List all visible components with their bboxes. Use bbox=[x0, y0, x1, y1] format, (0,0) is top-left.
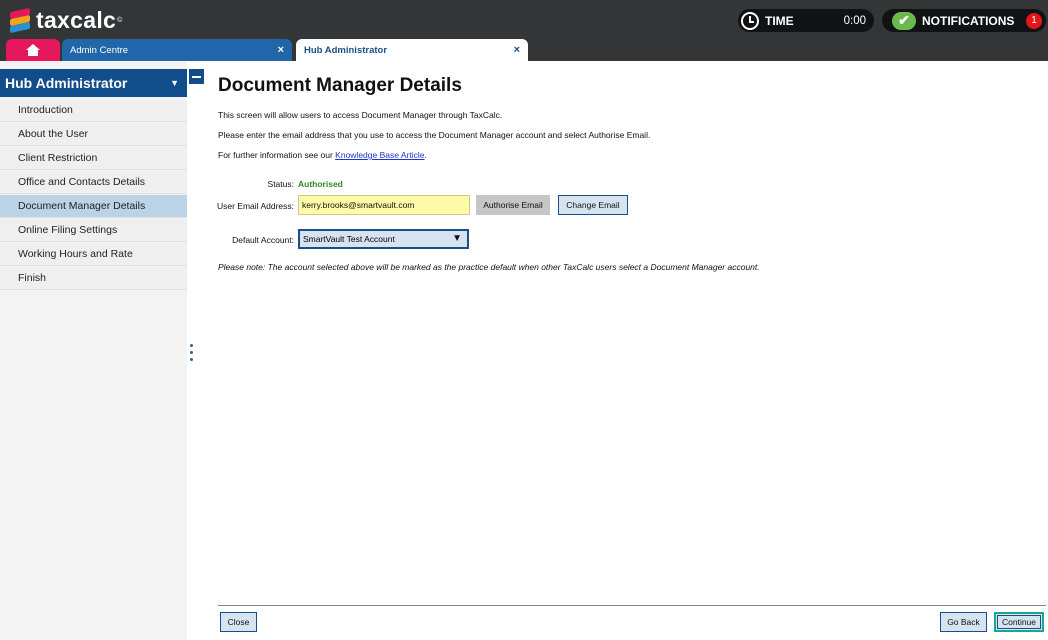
change-email-button[interactable]: Change Email bbox=[558, 195, 628, 215]
home-icon bbox=[26, 44, 40, 56]
close-button[interactable]: Close bbox=[220, 612, 257, 632]
logo-trademark: © bbox=[117, 16, 123, 24]
logo-text: taxcalc bbox=[36, 6, 117, 33]
sidebar-item-introduction[interactable]: Introduction bbox=[0, 99, 187, 122]
instructions-text: Please enter the email address that you … bbox=[218, 130, 651, 140]
main-content: Document Manager Details This screen wil… bbox=[217, 75, 1038, 272]
time-tracker[interactable]: TIME 0:00 bbox=[738, 9, 874, 32]
sidebar-item-finish[interactable]: Finish bbox=[0, 267, 187, 290]
status-label: Status: bbox=[267, 179, 294, 189]
dropdown-arrow-icon: ▼ bbox=[452, 233, 462, 244]
chevron-down-icon[interactable]: ▼ bbox=[170, 78, 179, 88]
account-label: Default Account: bbox=[232, 235, 294, 245]
status-value: Authorised bbox=[298, 179, 343, 189]
time-label: TIME bbox=[765, 13, 794, 28]
page-title: Document Manager Details bbox=[218, 75, 462, 96]
tab-hub-administrator[interactable]: Hub Administrator × bbox=[296, 39, 528, 61]
info-suffix: . bbox=[424, 150, 427, 160]
sidebar-item-working-hours[interactable]: Working Hours and Rate bbox=[0, 243, 187, 266]
sidebar-item-office-contacts[interactable]: Office and Contacts Details bbox=[0, 171, 187, 194]
collapse-sidebar-button[interactable] bbox=[189, 69, 204, 84]
taxcalc-logo: taxcalc © bbox=[8, 6, 122, 34]
clock-icon bbox=[741, 11, 759, 30]
notifications-label: NOTIFICATIONS bbox=[922, 13, 1015, 28]
sidebar-item-about-the-user[interactable]: About the User bbox=[0, 123, 187, 146]
sidebar-item-client-restriction[interactable]: Client Restriction bbox=[0, 147, 187, 170]
close-icon[interactable]: × bbox=[278, 44, 284, 56]
email-field[interactable] bbox=[298, 195, 470, 215]
sidebar-title: Hub Administrator bbox=[5, 75, 128, 91]
info-prefix: For further information see our bbox=[218, 150, 336, 160]
sidebar-item-document-manager[interactable]: Document Manager Details bbox=[0, 195, 187, 218]
time-value: 0:00 bbox=[843, 14, 866, 27]
knowledge-base-link[interactable]: Knowledge Base Article bbox=[335, 150, 424, 160]
sidebar: Hub Administrator ▼ Introduction About t… bbox=[0, 61, 187, 640]
info-text: For further information see our Knowledg… bbox=[218, 150, 1038, 160]
tab-admin-centre[interactable]: Admin Centre × bbox=[62, 39, 292, 61]
practice-default-note: Please note: The account selected above … bbox=[218, 262, 760, 272]
authorise-email-button[interactable]: Authorise Email bbox=[476, 195, 550, 215]
logo-mark-icon bbox=[8, 7, 32, 34]
sidebar-item-online-filing[interactable]: Online Filing Settings bbox=[0, 219, 187, 242]
intro-text: This screen will allow users to access D… bbox=[218, 110, 503, 120]
tab-home[interactable] bbox=[6, 39, 60, 61]
notifications-button[interactable]: ✔ NOTIFICATIONS 1 bbox=[882, 9, 1046, 32]
close-icon[interactable]: × bbox=[514, 44, 520, 56]
default-account-value: SmartVault Test Account bbox=[303, 234, 395, 244]
check-icon: ✔ bbox=[892, 11, 916, 30]
sidebar-nav: Introduction About the User Client Restr… bbox=[0, 99, 187, 291]
go-back-button[interactable]: Go Back bbox=[940, 612, 987, 632]
notifications-count-badge: 1 bbox=[1026, 12, 1042, 29]
splitter-handle[interactable] bbox=[190, 344, 193, 366]
top-bar: taxcalc © TIME 0:00 ✔ NOTIFICATIONS 1 Ad… bbox=[0, 0, 1048, 61]
continue-button[interactable]: Continue bbox=[994, 612, 1044, 632]
sidebar-header[interactable]: Hub Administrator ▼ bbox=[0, 69, 187, 97]
minus-icon bbox=[192, 75, 201, 78]
tab-hub-administrator-label: Hub Administrator bbox=[304, 44, 388, 56]
footer-divider bbox=[218, 605, 1046, 606]
tab-admin-centre-label: Admin Centre bbox=[70, 44, 129, 56]
default-account-select[interactable]: SmartVault Test Account ▼ bbox=[298, 229, 469, 249]
email-label: User Email Address: bbox=[217, 201, 294, 211]
